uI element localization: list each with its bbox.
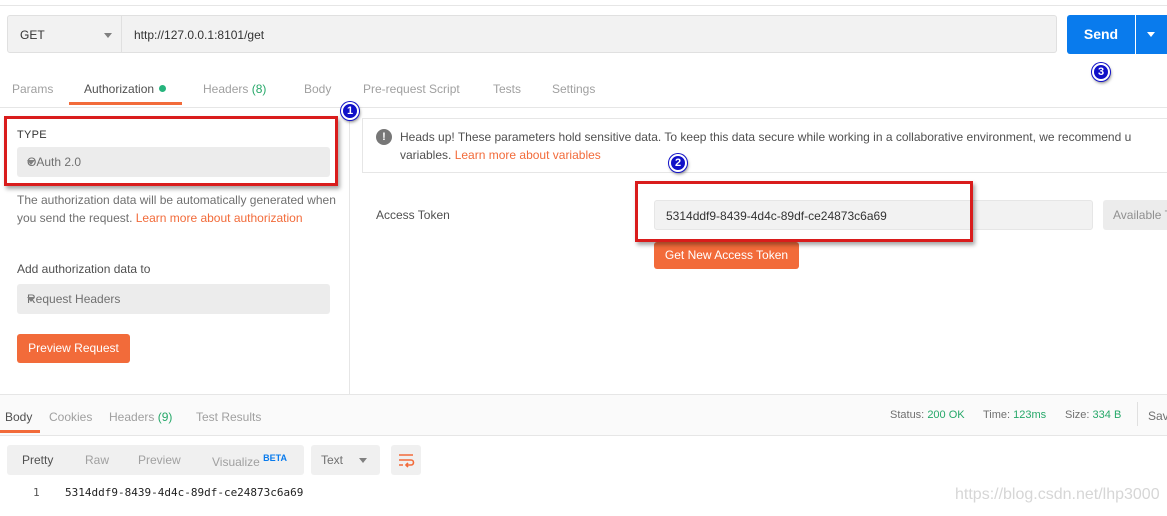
annotation-badge-3: 3 (1092, 63, 1110, 81)
send-button[interactable]: Send (1067, 15, 1135, 54)
tab-authorization[interactable]: Authorization (84, 82, 167, 96)
preview-request-button[interactable]: Preview Request (17, 334, 130, 363)
line-number: 1 (33, 486, 40, 499)
active-response-tab-underline (0, 430, 40, 433)
size-label: Size: (1065, 409, 1090, 421)
tab-test-results[interactable]: Test Results (196, 410, 261, 424)
add-auth-to-label: Add authorization data to (17, 262, 151, 276)
response-language-select[interactable]: Text (311, 445, 380, 475)
chevron-down-icon (359, 458, 367, 463)
format-tabs: Pretty Raw Preview Visualize BETA (7, 445, 304, 475)
tab-count: (8) (251, 82, 267, 96)
get-new-access-token-button[interactable]: Get New Access Token (654, 242, 799, 269)
add-auth-to-value: Request Headers (27, 292, 121, 306)
tab-label: Pre-request Script (363, 82, 460, 96)
wrap-icon (399, 454, 415, 468)
tab-cookies[interactable]: Cookies (49, 410, 92, 424)
format-preview[interactable]: Preview (138, 453, 181, 467)
tab-count: (9) (157, 410, 173, 424)
format-raw[interactable]: Raw (85, 453, 109, 467)
tab-tests[interactable]: Tests (493, 82, 521, 96)
status-value: 200 OK (927, 409, 965, 421)
top-border (0, 0, 1167, 6)
notice-line-2: variables. (400, 148, 455, 162)
add-auth-to-select[interactable]: Request Headers (17, 284, 330, 314)
tab-label: Authorization (84, 82, 155, 96)
auth-description: The authorization data will be automatic… (17, 191, 337, 227)
beta-badge: BETA (263, 453, 287, 463)
notice-line-1: Heads up! These parameters hold sensitiv… (400, 130, 1132, 144)
response-tabs: Body Cookies Headers (9) Test Results St… (0, 394, 1167, 436)
annotation-badge-1: 1 (341, 102, 359, 120)
response-body-text: 5314ddf9-8439-4d4c-89df-ce24873c6a69 (65, 486, 304, 499)
learn-more-auth-link[interactable]: Learn more about authorization (136, 211, 303, 225)
watermark: https://blog.csdn.net/lhp3000 (955, 486, 1160, 503)
tab-response-headers[interactable]: Headers (9) (109, 410, 172, 424)
tab-params[interactable]: Params (12, 82, 53, 96)
annotation-box-2 (635, 181, 973, 242)
annotation-box-1 (4, 116, 338, 186)
active-indicator-dot (159, 85, 167, 92)
learn-more-variables-link[interactable]: Learn more about variables (455, 148, 601, 162)
format-pretty[interactable]: Pretty (22, 453, 53, 467)
tab-label: Headers (109, 410, 155, 424)
status-label: Status: (890, 409, 925, 421)
tab-body[interactable]: Body (304, 82, 331, 96)
wrap-lines-button[interactable] (391, 445, 421, 475)
tab-settings[interactable]: Settings (552, 82, 595, 96)
status-readout: Status: 200 OK (890, 409, 965, 421)
tab-response-body[interactable]: Body (5, 410, 32, 424)
tab-label: Tests (493, 82, 522, 96)
access-token-label: Access Token (376, 208, 450, 222)
visualize-label: Visualize (212, 455, 260, 469)
active-tab-underline (69, 102, 182, 105)
method-select[interactable]: GET (7, 15, 122, 53)
url-text: http://127.0.0.1:8101/get (134, 28, 265, 42)
status-divider (1137, 402, 1138, 426)
url-input[interactable]: http://127.0.0.1:8101/get (122, 15, 1057, 53)
chevron-down-icon (1147, 32, 1155, 37)
size-readout: Size: 334 B (1065, 409, 1121, 421)
tab-pre-request-script[interactable]: Pre-request Script (363, 82, 460, 96)
annotation-badge-2: 2 (669, 154, 687, 172)
method-label: GET (20, 28, 45, 42)
tab-headers[interactable]: Headers (8) (203, 82, 266, 96)
tab-label: Headers (203, 82, 249, 96)
save-response-button[interactable]: Sav (1148, 409, 1167, 423)
time-value: 123ms (1013, 409, 1047, 421)
tab-label: Body (304, 82, 332, 96)
tab-label: Settings (552, 82, 596, 96)
language-value: Text (321, 453, 344, 467)
tab-label: Params (12, 82, 54, 96)
exclamation-icon: ! (376, 129, 392, 145)
time-readout: Time: 123ms (983, 409, 1046, 421)
time-label: Time: (983, 409, 1011, 421)
format-visualize[interactable]: Visualize BETA (212, 453, 287, 469)
notice-text: Heads up! These parameters hold sensitiv… (400, 128, 1167, 164)
chevron-down-icon (104, 33, 112, 38)
size-value: 334 B (1092, 409, 1122, 421)
send-options-button[interactable] (1136, 15, 1167, 54)
chevron-down-icon (27, 297, 35, 302)
available-tokens-select[interactable]: Available T (1103, 200, 1167, 230)
